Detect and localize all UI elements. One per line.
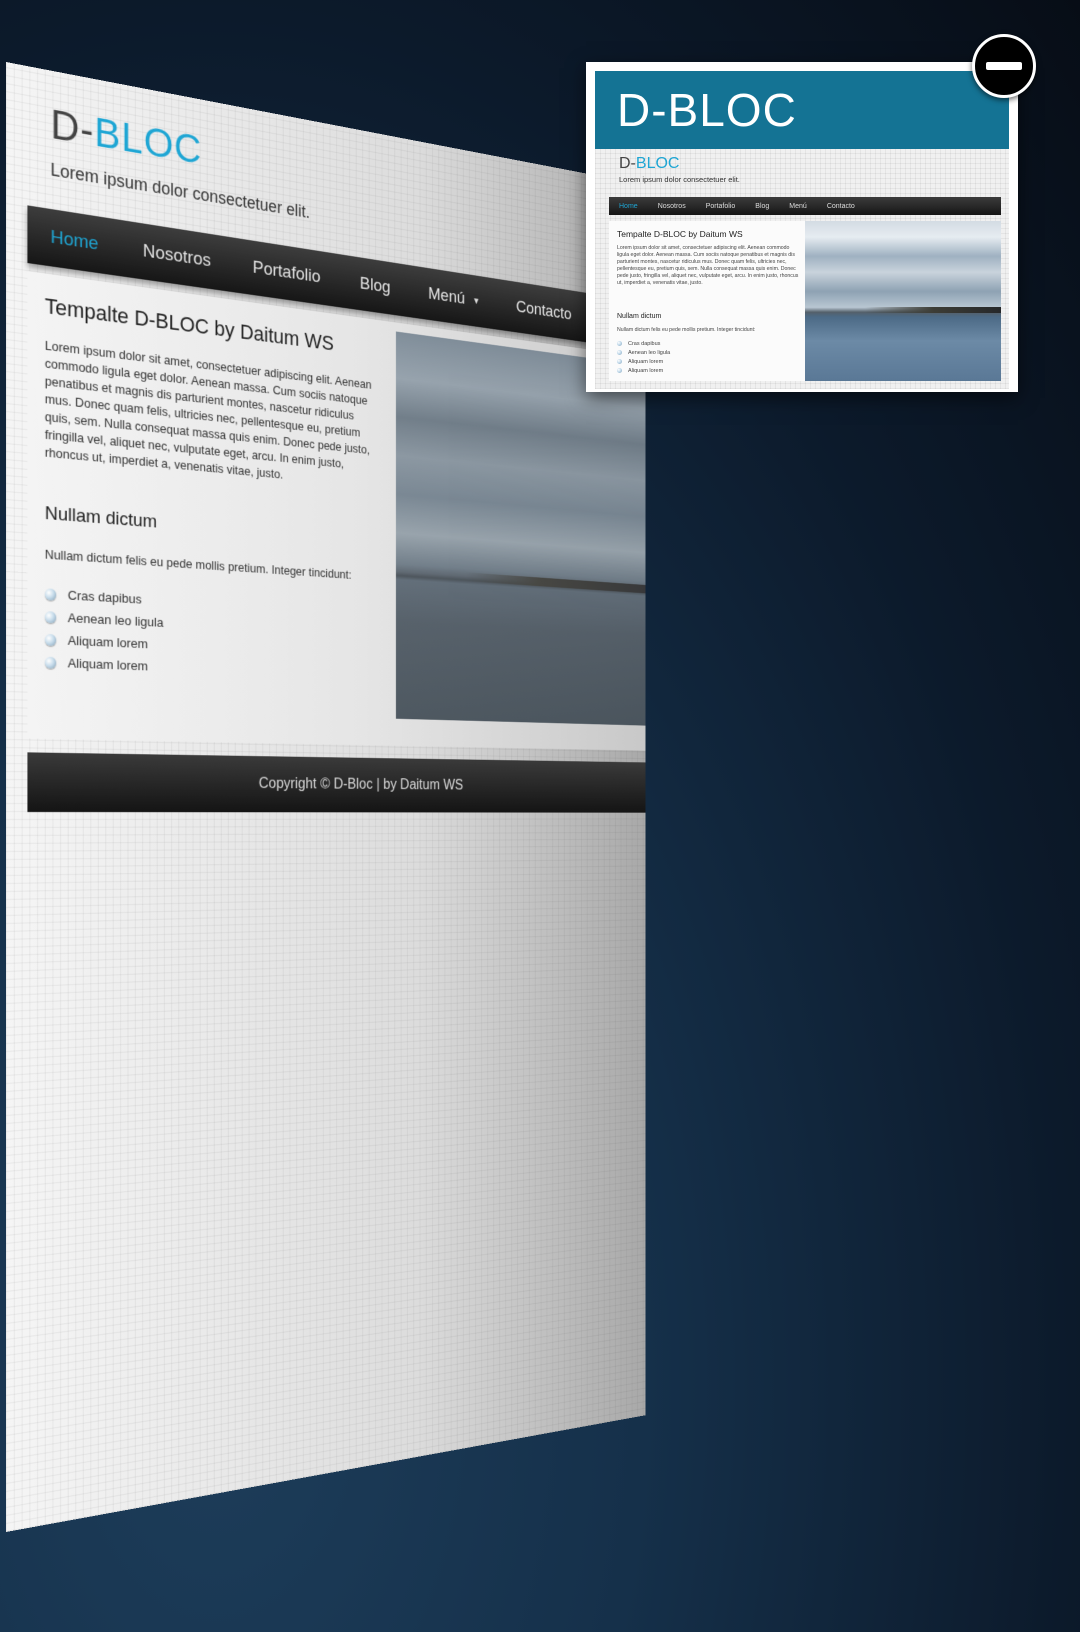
nav-label: Home (51, 227, 99, 256)
thumbnail-preview: D-BLOC Lorem ipsum dolor consectetuer el… (595, 149, 1009, 389)
mini-title: Tempalte D-BLOC by Daitum WS (617, 229, 743, 239)
thumbnail-header: D-BLOC (595, 71, 1009, 149)
minus-bar (986, 62, 1022, 70)
template-preview-page: D-BLOC Lorem ipsum dolor consectetuer el… (6, 62, 646, 1532)
brand-accent: BLOC (94, 108, 202, 173)
mini-content: Tempalte D-BLOC by Daitum WS Lorem ipsum… (609, 221, 1001, 381)
mini-nav-contacto: Contacto (827, 203, 855, 210)
mini-nav-home: Home (619, 203, 638, 210)
mini-nav-blog: Blog (755, 203, 769, 210)
bullet-icon (45, 656, 56, 668)
nav-item-home[interactable]: Home (51, 227, 99, 256)
nav-label: Menú (428, 284, 465, 309)
mini-brand: D-BLOC (619, 155, 679, 173)
mini-nav-nosotros: Nosotros (658, 203, 686, 210)
nav-item-blog[interactable]: Blog (360, 274, 391, 298)
bullet-icon (617, 341, 622, 346)
mini-brand-prefix: D- (619, 155, 636, 172)
list-item-label: Aliquam lorem (68, 656, 148, 674)
list-item-label: Aliquam lorem (68, 633, 148, 651)
nav-item-portafolio[interactable]: Portafolio (253, 257, 321, 288)
thumbnail-title: D-BLOC (617, 83, 797, 137)
bullet-icon (617, 368, 622, 373)
bullet-icon (45, 588, 56, 601)
template-thumbnail-card[interactable]: D-BLOC D-BLOC Lorem ipsum dolor consecte… (586, 62, 1018, 392)
nav-label: Blog (360, 274, 391, 298)
mini-list-item: Aliquam lorem (617, 366, 670, 375)
mini-seascape-photo (805, 221, 1001, 381)
nav-label: Nosotros (143, 241, 211, 272)
content-subheading: Nullam dictum (45, 503, 157, 533)
brand-prefix: D- (51, 100, 95, 154)
content-list: Cras dapibus Aenean leo ligula Aliquam l… (45, 582, 164, 677)
content-paragraph: Lorem ipsum dolor sit amet, consectetuer… (45, 337, 379, 492)
mini-list: Cras dapibus Aenean leo ligula Aliquam l… (617, 339, 670, 375)
bullet-icon (45, 633, 56, 645)
content-subtext: Nullam dictum felis eu pede mollis preti… (45, 547, 379, 584)
mini-nav-menu: Menú (789, 203, 807, 210)
bullet-icon (617, 359, 622, 364)
mini-list-label: Cras dapibus (628, 341, 660, 347)
mini-list-label: Aliquam lorem (628, 368, 663, 374)
mini-tagline: Lorem ipsum dolor consectetuer elit. (619, 175, 740, 184)
mini-list-label: Aenean leo ligula (628, 350, 670, 356)
nav-item-nosotros[interactable]: Nosotros (143, 241, 211, 272)
mini-list-item: Aenean leo ligula (617, 348, 670, 357)
nav-label: Portafolio (253, 257, 321, 288)
list-item-label: Cras dapibus (68, 588, 142, 607)
mini-paragraph: Lorem ipsum dolor sit amet, consectetuer… (617, 245, 799, 287)
nav-item-contacto[interactable]: Contacto (516, 297, 571, 324)
mini-list-item: Aliquam lorem (617, 357, 670, 366)
nav-item-menu[interactable]: Menú ▼ (428, 284, 480, 311)
nav-label: Contacto (516, 297, 571, 324)
list-item: Aliquam lorem (45, 651, 164, 678)
mini-subheading: Nullam dictum (617, 313, 661, 320)
mini-list-label: Aliquam lorem (628, 359, 663, 365)
mini-nav: Home Nosotros Portafolio Blog Menú Conta… (609, 197, 1001, 215)
mini-brand-accent: BLOC (636, 155, 680, 172)
bullet-icon (617, 350, 622, 355)
mini-subtext: Nullam dictum felis eu pede mollis preti… (617, 327, 755, 333)
list-item-label: Aenean leo ligula (68, 610, 164, 630)
minus-circle-icon[interactable] (972, 34, 1036, 98)
bullet-icon (45, 611, 56, 623)
site-footer: Copyright © D-Bloc | by Daitum WS (27, 752, 645, 812)
caret-down-icon: ▼ (473, 296, 481, 307)
content-area: Tempalte D-BLOC by Daitum WS Lorem ipsum… (27, 271, 645, 751)
mini-shoreline (865, 307, 1001, 313)
mini-list-item: Cras dapibus (617, 339, 670, 348)
mini-nav-portafolio: Portafolio (706, 203, 736, 210)
shoreline (466, 572, 645, 593)
